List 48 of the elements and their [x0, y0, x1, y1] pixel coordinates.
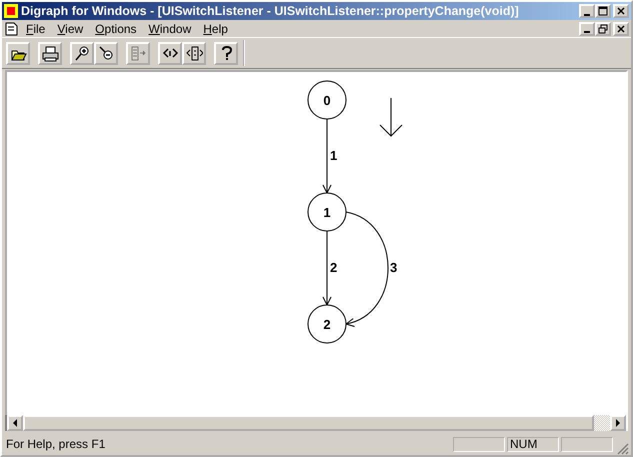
left-arrow-icon	[12, 419, 18, 427]
menu-item[interactable]: File	[20, 20, 52, 36]
app-icon	[4, 4, 18, 18]
collapse-icon	[186, 44, 202, 62]
graph-node: 1	[308, 192, 346, 232]
toolbar-button[interactable]	[6, 42, 30, 64]
toolbar-button[interactable]	[158, 42, 182, 64]
menu-item[interactable]: Window	[142, 20, 198, 36]
close-icon	[615, 24, 627, 34]
restore-icon	[597, 24, 609, 34]
num-lock-indicator: NUM	[507, 436, 559, 452]
toolbar-button[interactable]	[214, 42, 238, 64]
right-arrow-icon	[615, 419, 621, 427]
edge-label: 2	[330, 260, 338, 275]
status-text: For Help, press F1	[5, 437, 106, 451]
menu-item[interactable]: Options	[89, 20, 143, 36]
edge-label: 1	[330, 148, 338, 163]
graph-node: 0	[308, 80, 346, 120]
status-pane	[453, 436, 505, 452]
toolbar-button[interactable]	[38, 42, 62, 64]
minimize-icon	[584, 14, 590, 16]
minimize-button[interactable]	[579, 4, 595, 18]
scroll-left-button[interactable]	[7, 415, 23, 431]
close-icon	[615, 6, 627, 16]
resize-grip-icon[interactable]	[615, 441, 629, 455]
close-button[interactable]	[613, 22, 629, 36]
minimize-button[interactable]	[579, 22, 595, 36]
direction-arrow-icon	[380, 98, 402, 137]
status-pane	[561, 436, 613, 452]
edge-label: 3	[390, 260, 398, 275]
menu-item[interactable]: View	[51, 20, 90, 36]
document-icon[interactable]	[4, 22, 20, 36]
maximize-button[interactable]	[595, 4, 611, 18]
window-title: Digraph for Windows - [UISwitchListener - UISwitchListener::propertyChange(void)]	[21, 4, 520, 18]
zoom-out-icon	[98, 44, 114, 62]
scroll-right-button[interactable]	[610, 415, 626, 431]
toolbar-button[interactable]	[94, 42, 118, 64]
menu-item[interactable]: Help	[197, 20, 234, 36]
layout-icon	[130, 44, 146, 62]
close-button[interactable]	[613, 4, 629, 18]
printer-icon	[42, 44, 58, 62]
toolbar-button[interactable]	[70, 42, 94, 64]
restore-button[interactable]	[595, 22, 611, 36]
maximize-icon	[597, 6, 609, 16]
graph-node: 2	[308, 304, 346, 344]
zoom-in-icon	[74, 44, 90, 62]
toolbar-button[interactable]	[182, 42, 206, 64]
minimize-icon	[584, 31, 590, 33]
